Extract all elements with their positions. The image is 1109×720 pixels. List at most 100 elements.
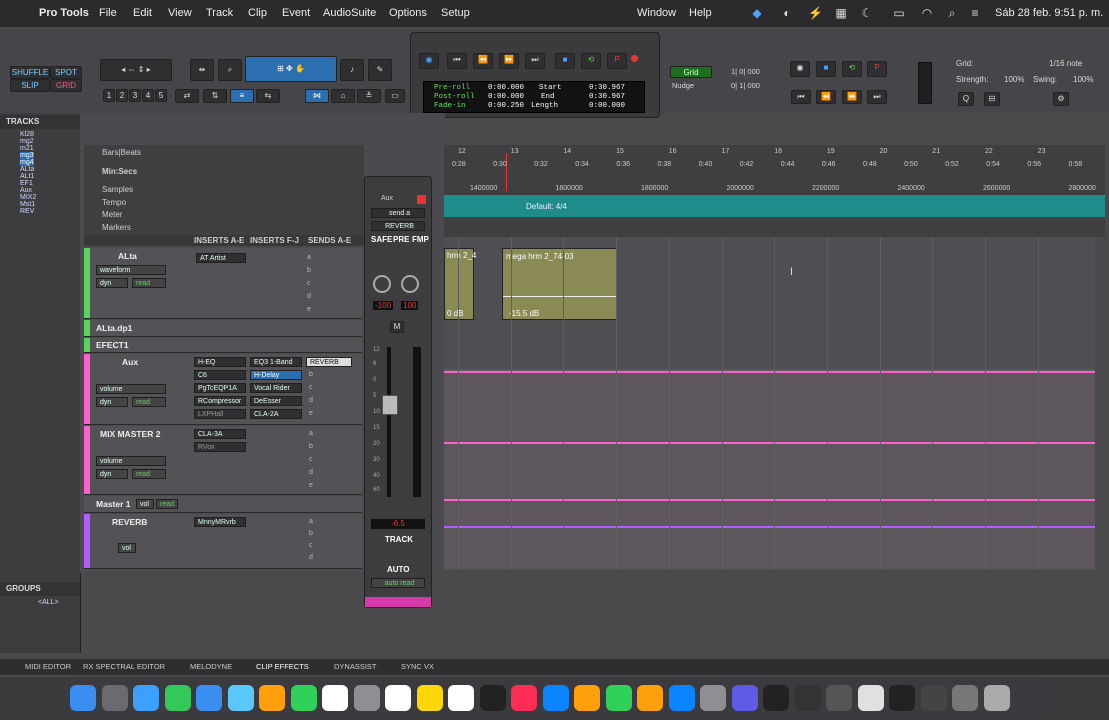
insert-slot[interactable]: EQ3 1-Band <box>250 357 302 367</box>
send-slot[interactable]: c <box>306 541 316 551</box>
clock[interactable]: Sáb 28 feb. 9:51 p. m. <box>995 7 1103 19</box>
track-name[interactable]: Master 1 <box>96 499 131 509</box>
track-row-reverb[interactable]: REVERB vol MnnyMRvrb a b c d <box>84 514 362 569</box>
insert-slot[interactable]: RVox <box>194 442 246 452</box>
track-view-selector[interactable]: volume <box>96 384 166 394</box>
file-menu[interactable]: File <box>99 7 117 19</box>
pencil-tool-icon[interactable]: ✎ <box>368 59 392 81</box>
logic-icon[interactable] <box>889 685 915 711</box>
battery-icon[interactable]: ▭ <box>888 6 910 20</box>
automation-mode[interactable]: read <box>132 469 166 479</box>
magnifier-icon[interactable]: ⌕ <box>218 59 242 81</box>
track-name[interactable]: ALta.dp1 <box>96 323 132 333</box>
audio-clip[interactable]: mega hrm 2_74-03 -15.5 dB <box>502 248 617 320</box>
protools-icon[interactable] <box>731 685 758 711</box>
end-small-icon[interactable]: ⏭ <box>867 90 887 104</box>
pan-right-value[interactable]: 100 <box>401 301 419 310</box>
strip-close-icon[interactable] <box>417 195 426 204</box>
go-to-end-icon[interactable]: ⏭ <box>525 53 545 69</box>
track-view-selector[interactable]: vol <box>136 499 154 509</box>
moon-icon[interactable]: ☾ <box>860 6 874 20</box>
tv-icon[interactable] <box>479 685 506 711</box>
track-list-item[interactable]: ALt1 <box>20 173 34 180</box>
send-slot[interactable]: b <box>304 266 314 276</box>
automation-mode[interactable]: read <box>132 397 166 407</box>
tab-sync-vx[interactable]: SYNC VX <box>401 662 434 671</box>
insert-slot[interactable]: PgTcEQP1A <box>194 383 246 393</box>
mail-icon[interactable] <box>196 685 222 711</box>
uad-icon[interactable] <box>794 685 821 711</box>
freeform-icon[interactable] <box>448 685 474 711</box>
pages-icon[interactable] <box>637 685 663 711</box>
send-slot[interactable]: a <box>306 517 316 527</box>
insert-slot[interactable]: Vocal Rider <box>250 383 302 393</box>
send-slot[interactable]: e <box>304 305 314 315</box>
track-dyn-selector[interactable]: dyn <box>96 278 128 288</box>
track-row-alta-dp1[interactable]: ALta.dp1 <box>84 320 362 337</box>
track-dyn-selector[interactable]: dyn <box>96 397 128 407</box>
send-slot[interactable]: b <box>306 370 316 380</box>
automation-mode[interactable]: read <box>132 278 166 288</box>
monitor-icon[interactable]: ▭ <box>385 89 405 103</box>
track-row-efect1[interactable]: EFECT1 <box>84 338 362 353</box>
insert-slot[interactable]: H-EQ <box>194 357 246 367</box>
track-dyn-selector[interactable]: dyn <box>96 469 128 479</box>
audiosuite-menu[interactable]: AudioSuite <box>323 7 376 19</box>
track-menu[interactable]: Track <box>206 7 233 19</box>
fader-value[interactable]: -6.5 <box>371 519 425 529</box>
track-view-selector[interactable]: vol <box>118 543 136 553</box>
track-name[interactable]: MIX MASTER 2 <box>100 429 160 439</box>
speaker-icon[interactable]: ♪ <box>340 59 364 81</box>
track-row-alta[interactable]: ALta waveform dyn read AT Artist a b c d… <box>84 248 362 319</box>
zoom-preset-2[interactable]: 2 <box>116 89 128 102</box>
stop-icon[interactable]: ■ <box>555 53 575 69</box>
edit-option-2-icon[interactable]: ⇅ <box>203 89 227 103</box>
dock-app-icon[interactable] <box>920 685 947 711</box>
keynote-icon[interactable] <box>542 685 569 711</box>
insert-slot[interactable]: H-Delay <box>250 370 302 380</box>
end-value[interactable]: 0:30.967 <box>589 93 625 101</box>
facetime-icon[interactable] <box>290 685 317 711</box>
timeline-rulers[interactable]: Default: 4/4 12 13 14 15 16 17 18 19 20 21 22 23 0:2… <box>444 145 1105 237</box>
stop-small-icon[interactable]: ■ <box>816 61 836 77</box>
track-list-item[interactable]: EF1 <box>20 180 33 187</box>
strip-mute-button[interactable]: M <box>390 321 404 333</box>
tab-melodyne[interactable]: MELODYNE <box>190 662 232 671</box>
finder-icon[interactable] <box>70 685 96 711</box>
calendar-icon[interactable] <box>322 685 348 711</box>
send-slot[interactable]: c <box>304 279 314 289</box>
appstore-icon[interactable] <box>668 685 695 711</box>
control-center-icon[interactable]: ≡ <box>968 6 982 20</box>
contacts-icon[interactable] <box>353 685 380 711</box>
group-all-item[interactable]: <ALL> <box>38 599 59 606</box>
grid-value[interactable]: 1/16 note <box>1049 59 1082 68</box>
fmp-button[interactable]: FMP <box>412 235 429 244</box>
quantize-options-icon[interactable]: ⊟ <box>984 92 1000 106</box>
send-slot[interactable]: e <box>306 409 316 419</box>
grid-badge[interactable]: Grid <box>670 66 712 78</box>
track-view-selector[interactable]: waveform <box>96 265 166 275</box>
status-grid-icon[interactable]: ▦ <box>834 6 848 20</box>
rewind-small-icon[interactable]: ⏮ <box>791 90 811 104</box>
track-list-item[interactable]: mg3 <box>20 152 34 159</box>
insert-slot[interactable]: AT Artist <box>196 253 246 263</box>
fadein-value[interactable]: 0:00.250 <box>488 102 524 110</box>
reminders-icon[interactable] <box>385 685 411 711</box>
back-small-icon[interactable]: ⏪ <box>816 90 836 104</box>
send-slot[interactable]: b <box>306 529 316 539</box>
sort-icon[interactable]: ≚ <box>357 89 381 103</box>
output-selector[interactable]: REVERB <box>371 221 425 231</box>
send-slot[interactable]: d <box>304 292 314 302</box>
insert-slot[interactable]: LXPHall <box>194 409 246 419</box>
status-app-icon[interactable]: ◆ <box>750 6 764 20</box>
spotlight-search-icon[interactable]: ⌕ <box>945 6 959 20</box>
track-list-item[interactable]: Mst1 <box>20 201 35 208</box>
send-slot[interactable]: a <box>306 429 316 439</box>
grid-mode-button[interactable]: GRID <box>50 79 82 92</box>
zoom-preset-5[interactable]: 5 <box>155 89 167 102</box>
setup-menu[interactable]: Setup <box>441 7 470 19</box>
send-slot[interactable]: a <box>304 253 314 263</box>
insert-slot[interactable]: MnnyMRvrb <box>194 517 246 527</box>
link-icon[interactable]: ⋈ <box>305 89 329 103</box>
track-row-mix-master-2[interactable]: MIX MASTER 2 volume dyn read CLA-3A RVox… <box>84 426 362 495</box>
